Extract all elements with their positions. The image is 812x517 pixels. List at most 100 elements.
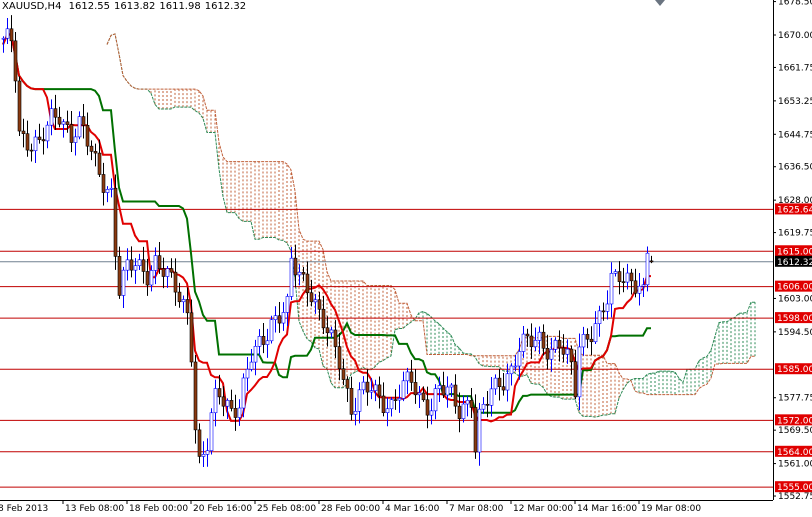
candle-body — [237, 407, 242, 418]
candle — [493, 374, 498, 395]
candle — [77, 111, 82, 140]
candle — [409, 359, 414, 391]
candle-body — [341, 368, 346, 380]
candle — [309, 279, 314, 307]
candle-body — [265, 340, 270, 345]
candle-body — [481, 403, 486, 410]
candle-body — [141, 259, 146, 272]
candle — [649, 255, 654, 264]
candle-body — [457, 405, 462, 419]
candle-body — [197, 429, 202, 457]
candle-body — [641, 284, 646, 287]
candle-body — [117, 256, 122, 296]
candle-body — [149, 270, 154, 286]
candle — [169, 258, 174, 278]
candle — [57, 106, 62, 128]
one-click-trading-arrow-icon[interactable] — [655, 0, 665, 6]
candle-body — [145, 271, 150, 286]
candle-body — [29, 149, 34, 152]
price-tick-label: 1619.75 — [778, 229, 812, 239]
price-tick-label: 1561.00 — [778, 460, 812, 470]
candle — [473, 394, 478, 459]
candle — [337, 332, 342, 381]
candle-body — [569, 348, 574, 363]
candle-body — [5, 28, 10, 39]
candle-body — [601, 310, 606, 313]
price-chart[interactable]: 1678.50 1670.00 1661.75 1653.25 1644.75 1636.… — [0, 0, 812, 517]
time-tick-label: 14 Mar 16:00 — [577, 504, 637, 514]
candle — [113, 174, 118, 270]
candle-body — [281, 312, 286, 324]
candle-body — [1, 37, 6, 40]
candle — [445, 376, 450, 408]
candle-body — [297, 272, 302, 276]
candle — [461, 395, 466, 423]
level-price-label: 1625.64 — [777, 205, 812, 215]
candle — [537, 326, 542, 355]
chart-header: XAUUSD,H4 1612.55 1613.82 1611.98 1612.32 — [2, 1, 251, 12]
candle — [117, 246, 122, 299]
candle-body — [233, 408, 238, 418]
candle-body — [345, 379, 350, 389]
candle-body — [9, 28, 14, 42]
candle — [81, 103, 86, 139]
candle-body — [449, 384, 454, 388]
candle — [321, 295, 326, 335]
candle — [545, 334, 550, 370]
candle-body — [133, 265, 138, 271]
candle — [373, 379, 378, 402]
candle-body — [421, 392, 426, 401]
candle-body — [101, 174, 106, 193]
candle — [645, 246, 650, 292]
candle-body — [165, 268, 170, 277]
price-tick-label: 1594.50 — [778, 328, 812, 338]
candle-body — [217, 388, 222, 398]
candle — [629, 268, 634, 295]
candle — [93, 143, 98, 167]
candle-body — [21, 130, 26, 134]
candle-body — [385, 408, 390, 413]
candle-body — [361, 381, 366, 391]
candle-body — [377, 384, 382, 397]
candle-body — [213, 388, 218, 414]
candle-body — [301, 272, 306, 275]
candle — [553, 337, 558, 353]
candle — [345, 376, 350, 403]
candle — [41, 127, 46, 155]
price-tick-label: 1603.00 — [778, 294, 812, 304]
candle-body — [649, 260, 654, 263]
symbol-label: XAUUSD,H4 — [2, 1, 62, 12]
candle — [389, 397, 394, 417]
candle-body — [173, 271, 178, 293]
candle — [85, 112, 90, 156]
candle-body — [193, 361, 198, 431]
candle-body — [589, 338, 594, 343]
candle-body — [185, 299, 190, 314]
candle-body — [477, 408, 482, 453]
candle — [401, 371, 406, 402]
candle-body — [437, 385, 442, 389]
price-tick-label: 1678.50 — [778, 0, 812, 8]
candle-body — [309, 292, 314, 303]
candle — [465, 395, 470, 417]
candle — [213, 379, 218, 427]
candle-body — [221, 396, 226, 407]
candle — [145, 258, 150, 296]
candle — [1, 36, 6, 53]
candle-body — [389, 399, 394, 410]
candle — [277, 301, 282, 333]
candle-body — [577, 346, 582, 398]
candle-body — [517, 351, 522, 367]
candle — [105, 186, 110, 203]
candle — [589, 326, 594, 355]
candle — [405, 367, 410, 395]
candle-body — [393, 399, 398, 401]
level-price-label: 1555.00 — [777, 483, 812, 493]
candle — [153, 247, 158, 285]
candle — [637, 272, 642, 306]
price-tick-label: 1552.75 — [778, 492, 812, 502]
candle-body — [105, 189, 110, 193]
price-tick-label: 1577.75 — [778, 394, 812, 404]
candle — [381, 382, 386, 417]
candle-body — [13, 40, 18, 82]
